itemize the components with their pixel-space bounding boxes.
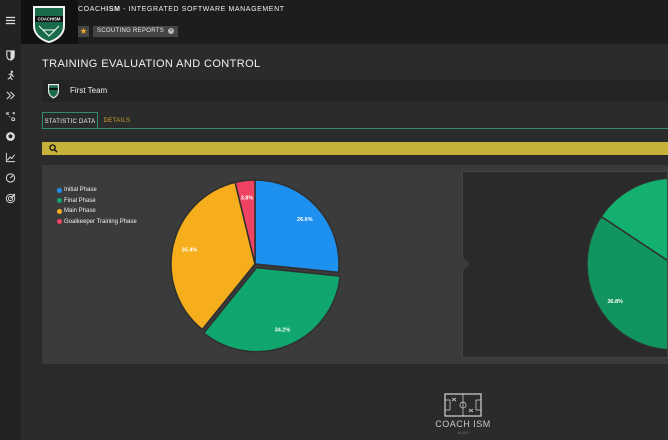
sidebar (0, 0, 21, 440)
legend-swatch (57, 208, 62, 214)
pie-slice-label: 26.6% (297, 217, 313, 223)
pitch-logo-icon (444, 393, 482, 417)
pie-chart: 26.6% 34.2% 35.4% 3.8% (170, 179, 341, 353)
footer-version: v1.0.0 (457, 430, 469, 435)
legend-label: Goalkeeper Training Phase (64, 218, 137, 225)
favorite-button[interactable]: ★ (78, 25, 89, 37)
legend-swatch (57, 219, 62, 225)
team-selector[interactable]: First Team (42, 80, 668, 102)
footer-brand: COACH ISM v1.0.0 (432, 392, 494, 438)
open-tabs-row: ★ SCOUTING REPORTS × (78, 24, 179, 38)
legend-item[interactable]: Initial Phase (57, 185, 137, 196)
tab-statistic-data[interactable]: STATISTIC DATA (42, 112, 98, 129)
coachism-logo-icon: COACHISM (33, 6, 65, 43)
close-icon[interactable]: × (168, 28, 175, 34)
gauge-icon[interactable] (4, 171, 17, 184)
secondary-pie-chart: 36.8% (586, 177, 667, 351)
pie-slice[interactable] (254, 179, 340, 274)
legend-label: Main Phase (64, 208, 96, 215)
app-title: COACHISM - INTEGRATED SOFTWARE MANAGEMEN… (78, 6, 285, 13)
open-tab-label: SCOUTING REPORTS (97, 28, 165, 34)
app-title-brand: COACH (78, 6, 107, 13)
target-icon[interactable] (4, 192, 17, 205)
legend-item[interactable]: Goalkeeper Training Phase (57, 217, 137, 228)
ball-icon[interactable] (4, 130, 17, 143)
app-root: COACHISM COACHISM - INTEGRATED SOFTWARE … (0, 0, 668, 440)
runner-icon[interactable] (4, 69, 17, 82)
star-icon: ★ (79, 25, 88, 36)
legend-item[interactable]: Main Phase (57, 206, 137, 217)
panel-pointer (462, 256, 470, 272)
app-title-brand-bold: ISM (106, 6, 121, 13)
pie-slice-label: 3.8% (241, 195, 254, 201)
secondary-pie-slice-label: 36.8% (607, 299, 623, 305)
tab-underline (42, 128, 668, 129)
search-icon (49, 144, 58, 153)
search-bar[interactable] (42, 142, 668, 155)
training-icon[interactable] (4, 89, 17, 102)
legend-item[interactable]: Final Phase (57, 196, 137, 207)
team-crest-icon (48, 84, 59, 99)
team-name: First Team (70, 86, 108, 95)
shield-icon[interactable] (4, 49, 17, 62)
secondary-chart-panel: 36.8% (462, 171, 668, 358)
tab-details[interactable]: DETAILS (98, 112, 136, 129)
logo-text: COACHISM (38, 17, 61, 22)
pie-slice-label: 34.2% (275, 328, 291, 334)
menu-icon[interactable] (4, 14, 17, 27)
app-title-rest: - INTEGRATED SOFTWARE MANAGEMENT (120, 6, 285, 13)
legend-label: Final Phase (64, 197, 96, 204)
top-header: COACHISM COACHISM - INTEGRATED SOFTWARE … (0, 0, 668, 44)
tactics-icon[interactable] (4, 110, 17, 123)
legend-swatch (57, 187, 62, 193)
chart-legend: Initial Phase Final Phase Main Phase Goa… (57, 185, 137, 227)
pie-slice-label: 35.4% (182, 247, 198, 253)
legend-label: Initial Phase (64, 187, 97, 194)
footer-brand-text: COACH ISM (435, 419, 491, 429)
open-tab-scouting-reports[interactable]: SCOUTING REPORTS × (93, 25, 179, 37)
legend-swatch (57, 198, 62, 204)
stats-icon[interactable] (4, 151, 17, 164)
page-title: TRAINING EVALUATION AND CONTROL (42, 58, 261, 70)
